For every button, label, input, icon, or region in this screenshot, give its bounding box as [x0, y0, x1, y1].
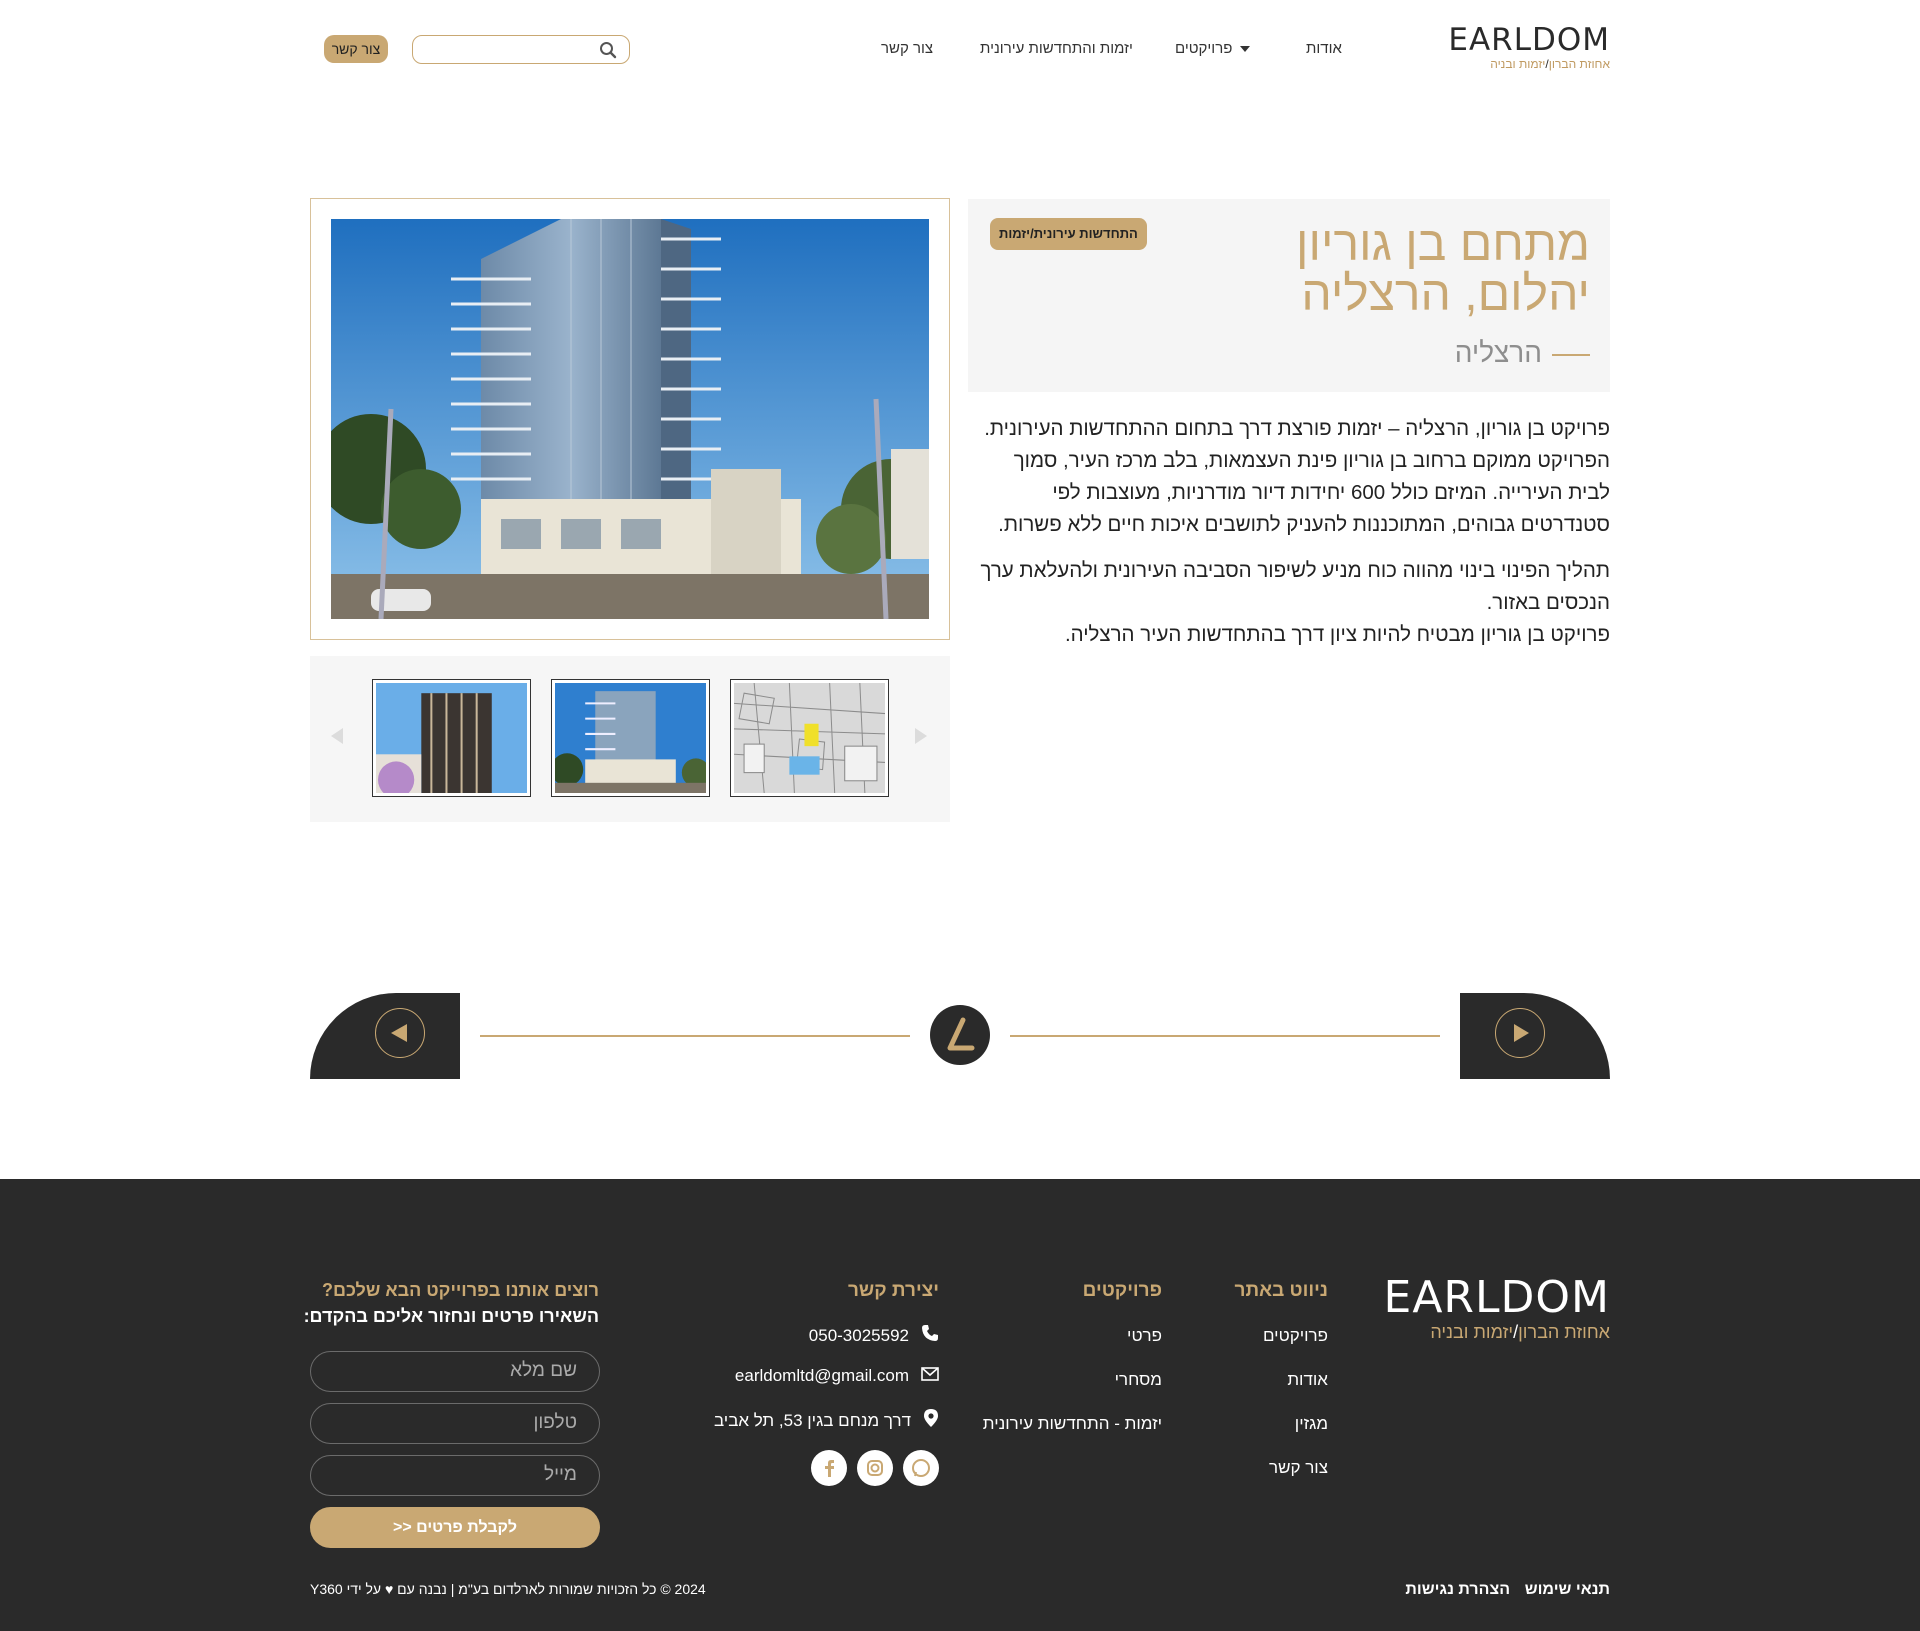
- arrow-right-icon: [1514, 1024, 1529, 1042]
- instagram-icon[interactable]: [857, 1450, 893, 1486]
- pager-line-right: [1010, 1035, 1440, 1037]
- thumbnail-3[interactable]: [730, 679, 889, 797]
- footer-projects-heading: פרויקטים: [1082, 1280, 1162, 1301]
- facebook-icon[interactable]: [811, 1450, 847, 1486]
- footer-form-subheading: השאירו פרטים ונחזור אליכם בהקדם:: [303, 1306, 599, 1326]
- footer-logo-wordmark: EARLDOM: [1383, 1272, 1610, 1323]
- nav-about[interactable]: אודות: [1306, 40, 1342, 57]
- footer-projects-commercial[interactable]: מסחרי: [1115, 1370, 1162, 1390]
- next-project-tab[interactable]: [1460, 993, 1610, 1079]
- phone-field[interactable]: טלפון: [310, 1403, 600, 1444]
- terms-link[interactable]: תנאי שימוש: [1525, 1581, 1610, 1599]
- thumbs-next-arrow-icon[interactable]: [913, 727, 929, 750]
- arrow-left-icon: [391, 1024, 407, 1042]
- phone-icon: [921, 1324, 939, 1347]
- accessibility-link[interactable]: הצהרת נגישות: [1405, 1581, 1510, 1599]
- nav-projects-label: פרויקטים: [1175, 40, 1233, 57]
- main-project-image[interactable]: [331, 219, 929, 619]
- name-field[interactable]: שם מלא: [310, 1351, 600, 1392]
- project-title: מתחם בן גוריון יהלום, הרצליה: [1296, 218, 1590, 321]
- email-field[interactable]: מייל: [310, 1455, 600, 1496]
- project-description: פרויקט בן גוריון, הרצליה – יזמות פורצת ד…: [968, 413, 1610, 665]
- footer-nav-about[interactable]: אודות: [1287, 1370, 1328, 1390]
- project-city: הרצליה: [1454, 337, 1542, 368]
- thumbnail-1[interactable]: [372, 679, 531, 797]
- footer-nav-projects[interactable]: פרויקטים: [1263, 1326, 1328, 1346]
- main-image-frame: [310, 198, 950, 640]
- footer-phone[interactable]: 050-3025592: [809, 1326, 909, 1346]
- footer-email[interactable]: earldomltd@gmail.com: [735, 1366, 909, 1386]
- thumbnail-2[interactable]: [551, 679, 710, 797]
- footer-email-row[interactable]: earldomltd@gmail.com: [735, 1366, 939, 1386]
- submit-details-button[interactable]: לקבלת פרטים <<: [310, 1507, 600, 1548]
- copyright-text: 2024 © כל הזכויות שמורות לארלדום בע"מ | …: [310, 1581, 706, 1597]
- footer: [0, 1179, 1920, 1631]
- chevron-down-icon: [1240, 46, 1251, 53]
- prev-project-tab[interactable]: [310, 993, 460, 1079]
- whatsapp-icon[interactable]: [903, 1450, 939, 1486]
- footer-projects-urban[interactable]: יזמות - התחדשות עירונית: [983, 1414, 1162, 1434]
- prev-project-button[interactable]: [375, 1008, 425, 1058]
- nav-projects[interactable]: פרויקטים: [1175, 40, 1251, 57]
- mail-icon: [921, 1366, 939, 1386]
- footer-address: דרך מנחם בגין 53, תל אביב: [713, 1410, 911, 1430]
- footer-nav-magazine[interactable]: מגזין: [1295, 1414, 1328, 1434]
- nav-urban-renewal[interactable]: יזמות והתחדשות עירונית: [980, 40, 1133, 57]
- search-input[interactable]: [412, 35, 630, 64]
- footer-logo[interactable]: EARLDOM אחוזת הברון/יזמות ובניה: [1383, 1272, 1610, 1343]
- description-paragraph-2: תהליך הפינוי בינוי מהווה כוח מניע לשיפור…: [980, 559, 1610, 614]
- logo-wordmark: EARLDOM: [1448, 22, 1610, 58]
- footer-projects-private[interactable]: פרטי: [1127, 1326, 1162, 1346]
- footer-nav-contact[interactable]: צור קשר: [1269, 1458, 1328, 1478]
- footer-phone-row[interactable]: 050-3025592: [809, 1324, 939, 1347]
- header-logo[interactable]: EARLDOM אחוזת הברון/יזמות ובניה: [1448, 22, 1610, 71]
- footer-form-heading: רוצים אותנו בפרוייקט הבא שלכם?: [321, 1280, 599, 1300]
- footer-contact-heading: יצירת קשר: [847, 1280, 939, 1301]
- description-paragraph-1: פרויקט בן גוריון, הרצליה – יזמות פורצת ד…: [984, 417, 1610, 536]
- logo-tagline: אחוזת הברון/יזמות ובניה: [1490, 57, 1610, 71]
- earldom-mark-icon[interactable]: [930, 1005, 990, 1065]
- location-pin-icon: [923, 1408, 939, 1433]
- header-contact-button[interactable]: צור קשר: [324, 35, 388, 63]
- search-icon[interactable]: [599, 41, 617, 64]
- thumbs-prev-arrow-icon[interactable]: [329, 727, 345, 750]
- description-paragraph-3: פרויקט בן גוריון מבטיח להיות ציון דרך בה…: [1064, 623, 1610, 646]
- nav-contact[interactable]: צור קשר: [881, 40, 933, 57]
- footer-nav-heading: ניווט באתר: [1234, 1280, 1328, 1301]
- next-project-button[interactable]: [1495, 1008, 1545, 1058]
- footer-logo-tagline: אחוזת הברון/יזמות ובניה: [1430, 1322, 1610, 1342]
- city-divider: [1552, 354, 1590, 356]
- category-badge: התחדשות עירונית/יזמות: [990, 218, 1147, 250]
- pager-line-left: [480, 1035, 910, 1037]
- city-line-group: הרצליה: [1455, 337, 1590, 377]
- footer-address-row: דרך מנחם בגין 53, תל אביב: [714, 1408, 939, 1433]
